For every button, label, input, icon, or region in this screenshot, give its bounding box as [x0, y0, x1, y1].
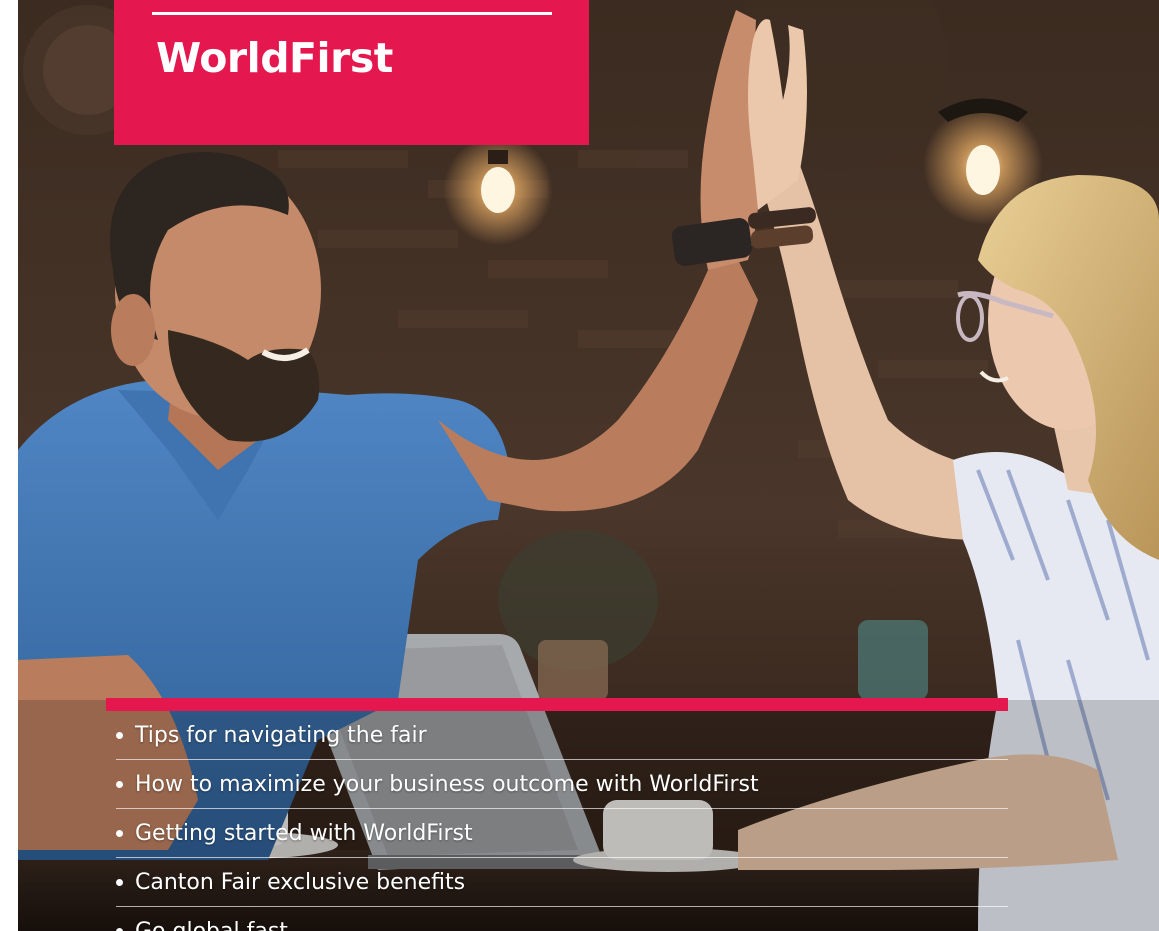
topics-list: Tips for navigating the fair How to maxi… — [116, 711, 1008, 931]
bullet-icon — [116, 731, 123, 739]
bullet-icon — [116, 878, 123, 886]
list-item-label: Tips for navigating the fair — [135, 722, 427, 748]
brand-block: WorldFirst — [114, 0, 589, 145]
bullet-icon — [116, 829, 123, 837]
list-item: Tips for navigating the fair — [116, 711, 1008, 760]
list-item-label: Canton Fair exclusive benefits — [135, 869, 466, 895]
list-item-label: Go global fast — [135, 918, 288, 931]
accent-bar — [106, 698, 1008, 711]
list-item-label: How to maximize your business outcome wi… — [135, 771, 759, 797]
bullet-icon — [116, 927, 123, 931]
brochure-cover: WorldFirst Tips for navigating the fair … — [18, 0, 1159, 931]
list-item: Getting started with WorldFirst — [116, 809, 1008, 858]
list-item: Go global fast — [116, 907, 1008, 931]
list-item: How to maximize your business outcome wi… — [116, 760, 1008, 809]
worldfirst-logo: WorldFirst — [156, 34, 393, 82]
bullet-icon — [116, 780, 123, 788]
brand-divider — [152, 12, 552, 15]
list-item-label: Getting started with WorldFirst — [135, 820, 473, 846]
list-item: Canton Fair exclusive benefits — [116, 858, 1008, 907]
